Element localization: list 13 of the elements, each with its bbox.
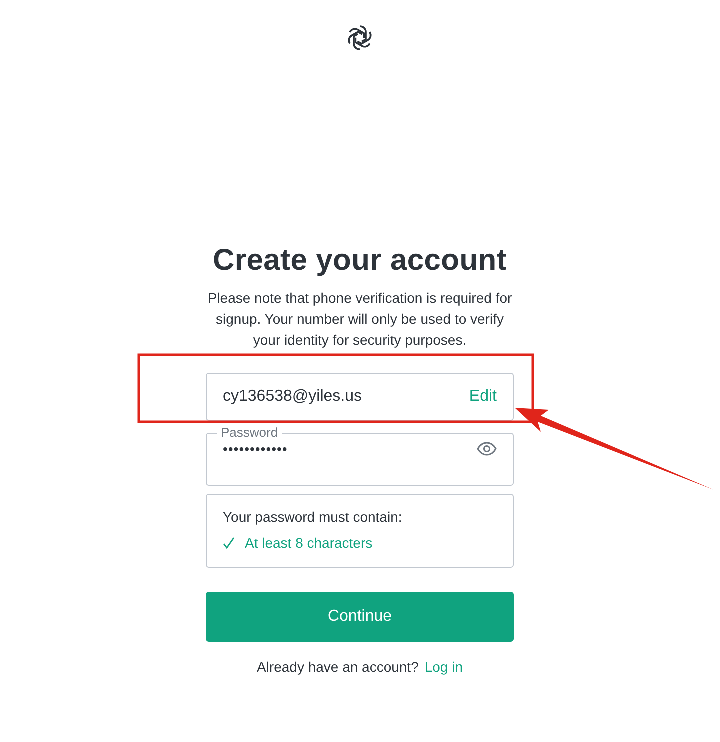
login-link[interactable]: Log in <box>424 659 464 675</box>
eye-icon[interactable] <box>477 442 497 456</box>
continue-button[interactable]: Continue <box>206 592 514 642</box>
verification-notice: Please note that phone verification is required for signup. Your number will only be used to verify your identity for security purposes. <box>206 289 514 350</box>
page-title: Create your account <box>213 244 507 278</box>
password-label: Password <box>220 425 280 441</box>
login-prompt: Already have an account? <box>256 659 419 675</box>
password-field[interactable]: Password •••••••••••• <box>206 425 514 486</box>
edit-link[interactable]: Edit <box>469 388 497 406</box>
email-field[interactable]: cy136538@yiles.us Edit <box>206 373 514 421</box>
requirements-heading: Your password must contain: <box>223 509 404 525</box>
requirement-text: At least 8 characters <box>245 535 373 551</box>
password-value: •••••••••••• <box>223 441 288 457</box>
